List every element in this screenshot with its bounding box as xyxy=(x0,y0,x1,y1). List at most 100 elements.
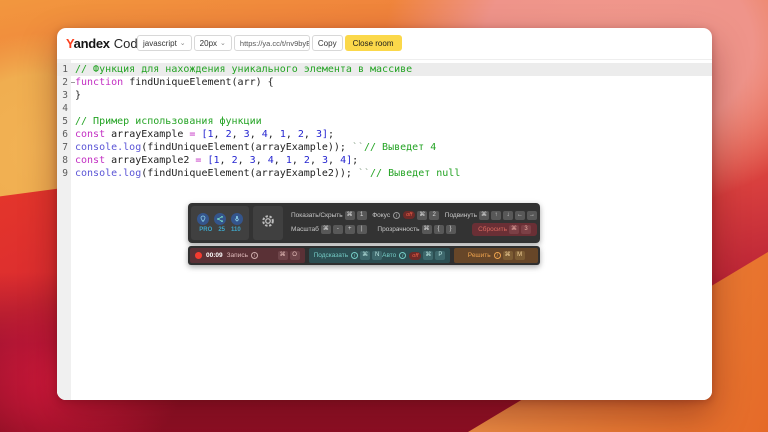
chevron-down-icon: ⌄ xyxy=(220,40,226,47)
microphone-icon[interactable] xyxy=(231,213,243,225)
stat-pro: PRO xyxy=(199,227,212,233)
code-text: console.log(findUniqueElement(arrayExamp… xyxy=(71,167,460,180)
font-size-select[interactable]: 20px ⌄ xyxy=(194,35,232,51)
hint-control[interactable]: Подсказать ⌘N xyxy=(314,251,383,260)
move-control[interactable]: Подвинуть ⌘↑↓←→ xyxy=(445,211,537,220)
fold-marker-icon[interactable] xyxy=(71,82,75,83)
keycap[interactable]: ⌘ xyxy=(278,251,288,260)
keycap[interactable]: ⌘ xyxy=(360,251,370,260)
keycap[interactable]: M xyxy=(515,251,525,260)
keycap[interactable]: - xyxy=(333,225,343,234)
logo-yandex: Yandex xyxy=(66,36,110,51)
show-hide-keys: ⌘1 xyxy=(343,211,367,220)
record-keys: ⌘O xyxy=(276,251,300,260)
line-number: 4 xyxy=(57,102,71,115)
keycap[interactable]: } xyxy=(446,225,456,234)
scale-control[interactable]: Масштаб ⌘-+| xyxy=(291,225,367,234)
solve-keys: ⌘M xyxy=(501,251,525,260)
keycap[interactable]: ⌘ xyxy=(423,251,433,260)
code-lines: 1// Функция для нахождения уникального э… xyxy=(57,60,712,180)
code-line[interactable]: 8const arrayExample2 = [1, 2, 3, 4, 1, 2… xyxy=(57,154,712,167)
auto-control[interactable]: Авто off ⌘P xyxy=(382,251,445,260)
keycap[interactable]: ⌘ xyxy=(321,225,331,234)
auto-toggle[interactable]: off xyxy=(409,252,421,260)
line-number: 1 xyxy=(57,63,71,76)
keycap[interactable]: 2 xyxy=(429,211,439,220)
keycap[interactable]: + xyxy=(345,225,355,234)
opacity-keys: ⌘{} xyxy=(420,225,456,234)
keycap[interactable]: ← xyxy=(515,211,525,220)
code-line[interactable]: 5// Пример использования функции xyxy=(57,115,712,128)
keycap[interactable]: ↓ xyxy=(503,211,513,220)
gear-icon[interactable] xyxy=(260,213,276,234)
keycap[interactable]: ⌘ xyxy=(417,211,427,220)
keycap[interactable]: O xyxy=(290,251,300,260)
line-number: 9 xyxy=(57,167,71,180)
hint-section: Подсказать ⌘N Авто off ⌘P xyxy=(309,248,451,263)
info-icon xyxy=(399,252,406,259)
focus-control[interactable]: Фокус off ⌘2 xyxy=(372,211,439,220)
info-icon xyxy=(494,252,501,259)
close-room-button[interactable]: Close room xyxy=(345,35,402,51)
session-stats: PRO 25 110 xyxy=(199,227,240,233)
language-select[interactable]: javascript ⌄ xyxy=(137,35,192,51)
record-time: 00:09 xyxy=(206,252,223,259)
show-hide-control[interactable]: Показать/Скрыть ⌘1 xyxy=(291,211,367,220)
keycap[interactable]: N xyxy=(372,251,382,260)
code-text: const arrayExample = [1, 2, 3, 4, 1, 2, … xyxy=(71,128,334,141)
keycap[interactable]: 3 xyxy=(521,225,531,234)
code-line[interactable]: 1// Функция для нахождения уникального э… xyxy=(57,63,712,76)
keycap[interactable]: ↑ xyxy=(491,211,501,220)
copy-button[interactable]: Copy xyxy=(312,35,343,51)
keycap[interactable]: ⌘ xyxy=(509,225,519,234)
record-dot-icon xyxy=(195,252,202,259)
auto-keys: ⌘P xyxy=(421,251,445,260)
code-line[interactable]: 2function findUniqueElement(arr) { xyxy=(57,76,712,89)
record-section[interactable]: 00:09 Запись ⌘O xyxy=(190,248,305,263)
share-icon[interactable] xyxy=(214,213,226,225)
chevron-down-icon: ⌄ xyxy=(180,40,186,47)
code-line[interactable]: 9console.log(findUniqueElement(arrayExam… xyxy=(57,167,712,180)
code-line[interactable]: 7console.log(findUniqueElement(arrayExam… xyxy=(57,141,712,154)
keycap[interactable]: ⌘ xyxy=(422,225,432,234)
keycap[interactable]: { xyxy=(434,225,444,234)
desktop-wallpaper: Yandex Code javascript ⌄ 20px ⌄ https://… xyxy=(0,0,768,432)
settings-panel[interactable] xyxy=(253,206,283,240)
code-line[interactable]: 3} xyxy=(57,89,712,102)
code-text: // Функция для нахождения уникального эл… xyxy=(71,63,412,76)
session-icons xyxy=(197,213,243,225)
info-icon xyxy=(393,212,400,219)
overlay-control-panel: PRO 25 110 Показать/Скрыть ⌘1 Фокус off xyxy=(188,203,540,243)
opacity-control[interactable]: Прозрачность ⌘{} xyxy=(377,225,455,234)
lightbulb-icon[interactable] xyxy=(197,213,209,225)
line-number: 7 xyxy=(57,141,71,154)
focus-toggle[interactable]: off xyxy=(403,211,415,219)
keycap[interactable]: P xyxy=(435,251,445,260)
keycap[interactable]: → xyxy=(527,211,537,220)
app-header: Yandex Code javascript ⌄ 20px ⌄ https://… xyxy=(57,28,712,58)
keycap[interactable]: | xyxy=(357,225,367,234)
keycap[interactable]: ⌘ xyxy=(479,211,489,220)
keycap[interactable]: ⌘ xyxy=(503,251,513,260)
keycap[interactable]: 1 xyxy=(357,211,367,220)
line-number: 2 xyxy=(57,76,71,89)
line-number: 3 xyxy=(57,89,71,102)
solve-label: Решить xyxy=(468,252,491,259)
code-line[interactable]: 4 xyxy=(57,102,712,115)
reset-keys: ⌘3 xyxy=(507,225,531,234)
focus-keys: ⌘2 xyxy=(415,211,439,220)
session-info-panel: PRO 25 110 xyxy=(191,206,249,240)
code-text xyxy=(71,102,75,115)
room-url-field[interactable]: https://ya.cc/t/nv9byEC xyxy=(234,35,310,51)
yandex-code-logo: Yandex Code xyxy=(66,36,145,51)
code-line[interactable]: 6const arrayExample = [1, 2, 3, 4, 1, 2,… xyxy=(57,128,712,141)
hint-keys: ⌘N xyxy=(358,251,382,260)
keycap[interactable]: ⌘ xyxy=(345,211,355,220)
code-text: function findUniqueElement(arr) { xyxy=(71,76,274,89)
reset-button[interactable]: Сбросить ⌘3 xyxy=(472,223,537,236)
shortcut-row-2: Масштаб ⌘-+| Прозрачность ⌘{} Сбросить ⌘… xyxy=(291,223,537,236)
info-icon xyxy=(251,252,258,259)
shortcut-controls: Показать/Скрыть ⌘1 Фокус off ⌘2 Подвинут… xyxy=(291,211,537,236)
solve-section[interactable]: Решить ⌘M xyxy=(454,248,538,263)
scale-keys: ⌘-+| xyxy=(319,225,367,234)
